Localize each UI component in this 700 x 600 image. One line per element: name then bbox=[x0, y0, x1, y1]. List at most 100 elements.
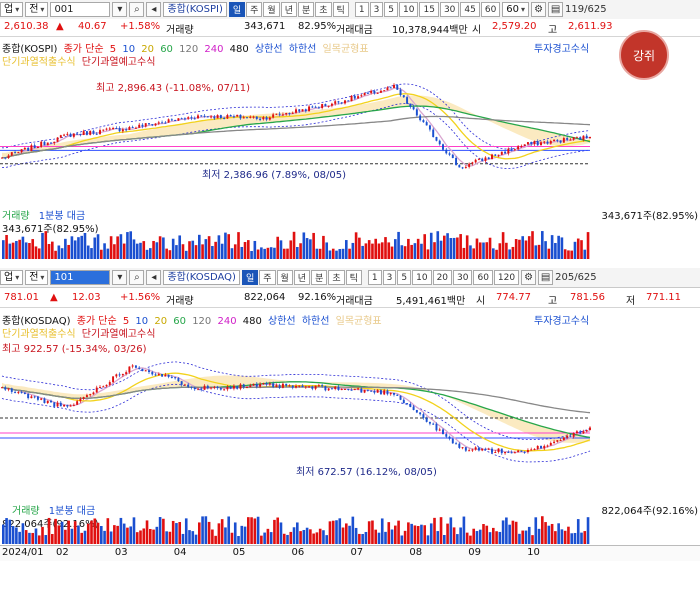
volume-bar bbox=[351, 516, 355, 544]
candle bbox=[259, 383, 262, 387]
kosdaq-period-button-2[interactable]: 월 bbox=[276, 270, 293, 285]
volume-bar bbox=[554, 531, 557, 544]
kospi-type-select[interactable]: 업 ▾ bbox=[0, 2, 24, 17]
candle bbox=[134, 365, 137, 368]
candle bbox=[33, 396, 36, 398]
candle bbox=[311, 386, 314, 389]
kospi-period-button-3[interactable]: 년 bbox=[280, 2, 297, 17]
kosdaq-number-button-7[interactable]: 120 bbox=[493, 270, 520, 285]
kosdaq-type2-select[interactable]: 전 ▾ bbox=[25, 270, 49, 285]
speaker-icon[interactable]: ◂ bbox=[146, 270, 162, 285]
candle bbox=[582, 135, 585, 140]
kospi-type2-select[interactable]: 전 ▾ bbox=[25, 2, 49, 17]
kosdaq-legend-lower[interactable]: 하한선 bbox=[302, 316, 330, 327]
kospi-legend-ichimoku[interactable]: 일목균형표 bbox=[323, 44, 369, 55]
candle bbox=[193, 118, 196, 120]
kosdaq-number-button-5[interactable]: 30 bbox=[453, 270, 473, 285]
search-icon[interactable]: ⌕ bbox=[129, 270, 145, 285]
kosdaq-period-button-6[interactable]: 틱 bbox=[345, 270, 362, 285]
volume-bar bbox=[273, 519, 276, 544]
candle bbox=[285, 383, 288, 386]
volume-bar bbox=[240, 246, 244, 259]
kospi-legend-warning[interactable]: 투자경고수식 bbox=[534, 40, 589, 55]
volume-bar bbox=[335, 250, 338, 259]
kospi-num-select[interactable]: 60 ▾ bbox=[502, 2, 530, 17]
kospi-period-button-2[interactable]: 월 bbox=[263, 2, 280, 17]
kosdaq-legend-warning[interactable]: 투자경고수식 bbox=[534, 312, 589, 327]
candle bbox=[549, 141, 552, 144]
kospi-number-button-5[interactable]: 30 bbox=[439, 2, 460, 17]
candle bbox=[164, 122, 167, 124]
candle bbox=[477, 158, 480, 160]
kospi-last-price: 2,610.38 bbox=[4, 21, 49, 32]
kosdaq-period-button-1[interactable]: 주 bbox=[259, 270, 276, 285]
kospi-number-button-6[interactable]: 45 bbox=[460, 2, 480, 17]
candle bbox=[112, 376, 115, 383]
kosdaq-legend-ma120[interactable]: 120 bbox=[192, 316, 211, 327]
kosdaq-legend-ma240[interactable]: 240 bbox=[217, 316, 236, 327]
kosdaq-index-name[interactable]: 종합(KOSDAQ) bbox=[163, 270, 240, 285]
kosdaq-period-button-4[interactable]: 분 bbox=[311, 270, 328, 285]
kospi-number-button-3[interactable]: 10 bbox=[399, 2, 419, 17]
kospi-number-button-7[interactable]: 60 bbox=[480, 2, 501, 17]
dropdown-icon[interactable]: ▾ bbox=[112, 2, 128, 17]
kospi-legend-ma480[interactable]: 480 bbox=[230, 44, 249, 55]
kosdaq-number-button-3[interactable]: 10 bbox=[412, 270, 432, 285]
chart-icon[interactable]: ▤ bbox=[548, 2, 564, 17]
kosdaq-number-button-1[interactable]: 3 bbox=[382, 270, 397, 285]
kosdaq-number-button-4[interactable]: 20 bbox=[432, 270, 453, 285]
kosdaq-number-button-0[interactable]: 1 bbox=[367, 270, 382, 285]
kospi-period-button-5[interactable]: 초 bbox=[315, 2, 332, 17]
candle bbox=[79, 133, 82, 135]
candle bbox=[14, 391, 17, 393]
kospi-legend-lower[interactable]: 하한선 bbox=[289, 44, 317, 55]
candle bbox=[200, 115, 203, 117]
kospi-period-button-1[interactable]: 주 bbox=[246, 2, 263, 17]
chart-icon[interactable]: ▤ bbox=[538, 270, 554, 285]
volume-bar bbox=[237, 232, 240, 259]
kospi-number-button-2[interactable]: 5 bbox=[384, 2, 399, 17]
settings-icon[interactable]: ⚙ bbox=[521, 270, 537, 285]
kosdaq-period-button-0[interactable]: 일 bbox=[241, 270, 259, 285]
kosdaq-legend-ichimoku[interactable]: 일목균형표 bbox=[336, 316, 382, 327]
dropdown-icon[interactable]: ▾ bbox=[112, 270, 128, 285]
candle bbox=[373, 90, 376, 94]
volume-bar bbox=[469, 535, 472, 544]
kosdaq-type-select[interactable]: 업 ▾ bbox=[0, 270, 24, 285]
volume-bar bbox=[443, 235, 446, 259]
volume-bar bbox=[586, 232, 590, 259]
settings-icon[interactable]: ⚙ bbox=[531, 2, 547, 17]
kosdaq-legend-ma60[interactable]: 60 bbox=[173, 316, 186, 327]
kosdaq-price-bar: 781.01 ▲ 12.03 +1.56% 거래량 822,064 92.16%… bbox=[0, 290, 700, 308]
kospi-legend-ma240[interactable]: 240 bbox=[204, 44, 223, 55]
volume-bar bbox=[426, 535, 430, 544]
kosdaq-period-button-5[interactable]: 초 bbox=[328, 270, 345, 285]
search-icon[interactable]: ⌕ bbox=[129, 2, 145, 17]
kospi-index-name[interactable]: 종합(KOSPI) bbox=[163, 2, 227, 17]
candle bbox=[268, 383, 271, 385]
kosdaq-period-button-3[interactable]: 년 bbox=[293, 270, 311, 285]
kospi-legend-ma120[interactable]: 120 bbox=[179, 44, 198, 55]
candle bbox=[105, 128, 108, 130]
kospi-code-input[interactable]: 001 bbox=[50, 2, 111, 17]
kospi-number-button-1[interactable]: 3 bbox=[369, 2, 384, 17]
candle bbox=[363, 389, 366, 393]
kospi-legend-upper[interactable]: 상한선 bbox=[255, 44, 283, 55]
kosdaq-legend-ma480[interactable]: 480 bbox=[243, 316, 262, 327]
candle bbox=[442, 429, 444, 435]
candle bbox=[556, 440, 559, 442]
speaker-icon[interactable]: ◂ bbox=[146, 2, 162, 17]
kospi-number-button-4[interactable]: 15 bbox=[419, 2, 439, 17]
kosdaq-number-button-2[interactable]: 5 bbox=[397, 270, 412, 285]
kospi-period-button-6[interactable]: 틱 bbox=[332, 2, 349, 17]
kospi-number-button-0[interactable]: 1 bbox=[354, 2, 369, 17]
candle bbox=[589, 136, 591, 139]
kospi-period-button-4[interactable]: 분 bbox=[297, 2, 315, 17]
kosdaq-legend-upper[interactable]: 상한선 bbox=[268, 316, 296, 327]
volume-bar bbox=[152, 529, 155, 544]
kosdaq-code-input[interactable]: 101 bbox=[50, 270, 111, 285]
volume-bar bbox=[488, 237, 492, 259]
kosdaq-number-button-6[interactable]: 60 bbox=[473, 270, 493, 285]
kospi-period-button-0[interactable]: 일 bbox=[228, 2, 246, 17]
kospi-legend-ma60[interactable]: 60 bbox=[160, 44, 173, 55]
